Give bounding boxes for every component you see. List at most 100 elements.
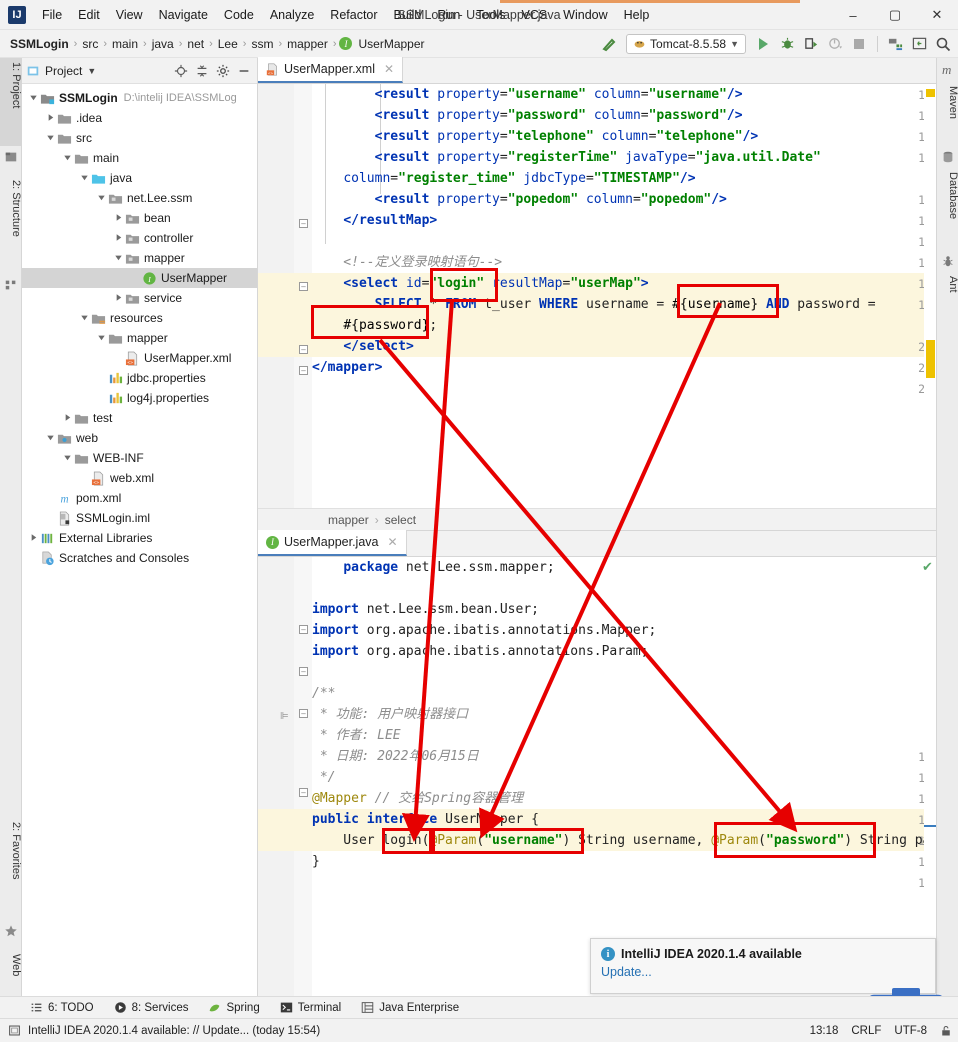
breadcrumb-java[interactable]: java	[150, 37, 176, 51]
status-message[interactable]: IntelliJ IDEA 2020.1.4 available: // Upd…	[28, 1025, 320, 1037]
breadcrumb-lee[interactable]: Lee	[216, 37, 240, 51]
breadcrumb-main[interactable]: main	[110, 37, 140, 51]
tree-node-usermapper[interactable]: I UserMapper	[22, 268, 257, 288]
tree-node-web-xml[interactable]: <> web.xml	[22, 468, 257, 488]
tree-node-usermapper-xml[interactable]: <> UserMapper.xml	[22, 348, 257, 368]
settings-gear-icon[interactable]	[214, 62, 232, 80]
profile-icon[interactable]	[824, 33, 846, 55]
status-encoding[interactable]: UTF-8	[894, 1025, 927, 1037]
tree-node-test[interactable]: test	[22, 408, 257, 428]
breadcrumb-net[interactable]: net	[185, 37, 206, 51]
breadcrumb-select[interactable]: select	[385, 513, 416, 527]
chevron-down-icon[interactable]	[79, 312, 91, 324]
xml-scrollbar[interactable]	[924, 84, 936, 508]
inspection-ok-icon[interactable]: ✔	[922, 559, 934, 574]
event-log-icon[interactable]	[8, 1024, 21, 1037]
fold-marker[interactable]: –	[299, 282, 308, 291]
chevron-right-icon[interactable]	[45, 112, 57, 124]
project-structure-icon[interactable]	[884, 33, 906, 55]
fold-marker[interactable]: –	[299, 788, 308, 797]
java-code-area[interactable]: 1 package net.Lee.ssm.mapper;23import ne…	[258, 557, 936, 999]
menu-item-window[interactable]: Window	[555, 4, 615, 26]
tree-node-mapper[interactable]: mapper	[22, 328, 257, 348]
menu-item-code[interactable]: Code	[216, 4, 262, 26]
chevron-down-icon[interactable]	[62, 452, 74, 464]
sidebar-item-ant[interactable]: Ant	[937, 272, 958, 308]
tree-node-controller[interactable]: controller	[22, 228, 257, 248]
minimize-button[interactable]: –	[832, 0, 874, 30]
tree-node-src[interactable]: src	[22, 128, 257, 148]
close-icon[interactable]: ✕	[388, 535, 398, 549]
fold-marker[interactable]: –	[299, 345, 308, 354]
tab-usermapper-xml[interactable]: <> UserMapper.xml ✕	[258, 57, 404, 83]
tool-window-todo[interactable]: 6: TODO	[0, 1001, 104, 1014]
chevron-right-icon[interactable]	[113, 232, 125, 244]
menu-item-analyze[interactable]: Analyze	[262, 4, 322, 26]
fold-marker[interactable]: –	[299, 625, 308, 634]
menu-item-refactor[interactable]: Refactor	[322, 4, 385, 26]
sidebar-item-structure[interactable]: 2: Structure	[0, 176, 22, 274]
tree-node-jdbc-properties[interactable]: jdbc.properties	[22, 368, 257, 388]
run-with-coverage-icon[interactable]	[800, 33, 822, 55]
tree-node--idea[interactable]: .idea	[22, 108, 257, 128]
menu-item-help[interactable]: Help	[616, 4, 658, 26]
sidebar-item-maven[interactable]: Maven	[937, 82, 958, 138]
breadcrumb-src[interactable]: src	[80, 37, 100, 51]
warning-marker[interactable]	[926, 89, 935, 97]
tab-usermapper-java[interactable]: I UserMapper.java ✕	[258, 530, 407, 556]
chevron-down-icon[interactable]	[113, 252, 125, 264]
chevron-right-icon[interactable]	[62, 412, 74, 424]
tree-node-main[interactable]: main	[22, 148, 257, 168]
locate-icon[interactable]	[172, 62, 190, 80]
tree-node-web[interactable]: web	[22, 428, 257, 448]
update-notification[interactable]: i IntelliJ IDEA 2020.1.4 available Updat…	[590, 938, 936, 994]
tree-node-mapper[interactable]: mapper	[22, 248, 257, 268]
warning-marker[interactable]	[926, 340, 935, 378]
menu-item-edit[interactable]: Edit	[70, 4, 108, 26]
menu-item-navigate[interactable]: Navigate	[151, 4, 216, 26]
tree-node-java[interactable]: java	[22, 168, 257, 188]
breadcrumb-mapper[interactable]: mapper	[285, 37, 330, 51]
sidebar-item-web[interactable]: Web	[0, 950, 22, 1002]
breadcrumb-mapper[interactable]: mapper	[328, 513, 369, 527]
maximize-button[interactable]: ▢	[874, 0, 916, 30]
chevron-down-icon[interactable]	[96, 332, 108, 344]
breadcrumb-usermapper[interactable]: UserMapper	[356, 37, 426, 51]
notification-update-link[interactable]: Update...	[601, 965, 652, 979]
chevron-right-icon[interactable]	[28, 532, 40, 544]
tree-node-ssmlogin[interactable]: SSMLogin D:\intelij IDEA\SSMLog	[22, 88, 257, 108]
chevron-down-icon[interactable]	[28, 92, 40, 104]
tree-node-web-inf[interactable]: WEB-INF	[22, 448, 257, 468]
tree-node-scratches-and-consoles[interactable]: Scratches and Consoles	[22, 548, 257, 568]
hide-panel-icon[interactable]	[235, 62, 253, 80]
tool-window-java-enterprise[interactable]: Java Enterprise	[351, 1001, 469, 1014]
run-icon[interactable]	[752, 33, 774, 55]
chevron-down-icon[interactable]	[79, 172, 91, 184]
tree-node-external-libraries[interactable]: External Libraries	[22, 528, 257, 548]
tool-window-services[interactable]: 8: Services	[104, 1001, 199, 1014]
tree-node-pom-xml[interactable]: m pom.xml	[22, 488, 257, 508]
read-write-icon[interactable]	[940, 1025, 952, 1037]
menu-item-file[interactable]: File	[34, 4, 70, 26]
sidebar-item-favorites[interactable]: 2: Favorites	[0, 818, 22, 918]
tree-node-service[interactable]: service	[22, 288, 257, 308]
close-button[interactable]: ✕	[916, 0, 958, 30]
fold-marker[interactable]: –	[299, 366, 308, 375]
fold-marker[interactable]: –	[299, 219, 308, 228]
stop-icon[interactable]	[848, 33, 870, 55]
find-icon[interactable]	[932, 33, 954, 55]
java-scrollbar[interactable]	[924, 557, 936, 999]
fold-marker[interactable]: –	[299, 667, 308, 676]
chevron-down-icon[interactable]	[45, 132, 57, 144]
hammer-build-icon[interactable]	[598, 33, 620, 55]
sidebar-item-database[interactable]: Database	[937, 168, 958, 244]
tree-node-log4j-properties[interactable]: log4j.properties	[22, 388, 257, 408]
chevron-down-icon[interactable]	[96, 192, 108, 204]
chevron-right-icon[interactable]	[113, 212, 125, 224]
chevron-down-icon[interactable]	[62, 152, 74, 164]
debug-icon[interactable]	[776, 33, 798, 55]
tool-window-spring[interactable]: Spring	[198, 1001, 269, 1014]
tree-node-resources[interactable]: resources	[22, 308, 257, 328]
fold-marker[interactable]: –	[299, 709, 308, 718]
run-configuration-selector[interactable]: Tomcat-8.5.58 ▼	[626, 33, 746, 54]
